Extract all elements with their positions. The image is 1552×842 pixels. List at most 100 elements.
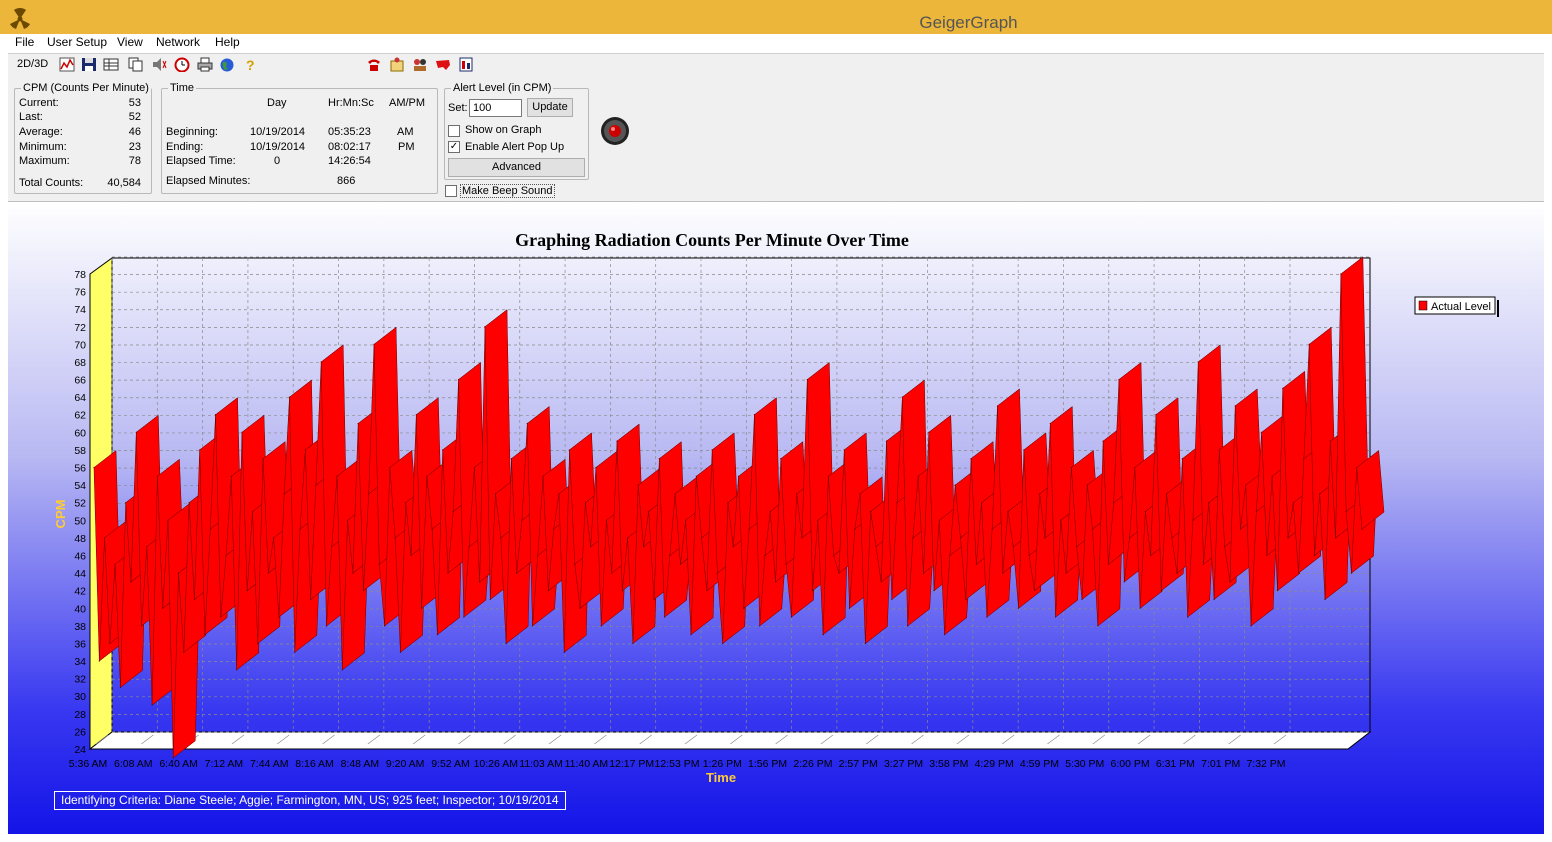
- enable-popup-checkbox[interactable]: ✓: [448, 141, 460, 153]
- data-point: [1002, 572, 1004, 574]
- data-point: [172, 757, 174, 759]
- data-point: [299, 528, 301, 530]
- alert-group-title: Alert Level (in CPM): [453, 82, 552, 94]
- data-point: [188, 502, 190, 504]
- speaker-icon[interactable]: [151, 57, 167, 72]
- y-tick-label: 38: [74, 621, 86, 633]
- data-point: [558, 493, 560, 495]
- data-point: [1081, 598, 1083, 601]
- data-point: [605, 519, 608, 521]
- cpm-last-label: Last:: [19, 111, 43, 123]
- data-point: [949, 554, 951, 557]
- data-point: [193, 598, 195, 601]
- y-tick-label: 44: [74, 568, 86, 580]
- show-on-graph-checkbox[interactable]: [448, 125, 460, 137]
- x-tick-label: 4:59 PM: [1020, 758, 1059, 770]
- identifying-criteria: Identifying Criteria: Diane Steele; Aggi…: [54, 791, 566, 810]
- us-map-icon[interactable]: [435, 57, 451, 72]
- data-point: [833, 554, 835, 557]
- data-point: [748, 528, 750, 530]
- menu-file[interactable]: File: [15, 35, 34, 49]
- data-point: [627, 537, 629, 539]
- data-point: [917, 475, 919, 477]
- data-point: [1213, 598, 1215, 601]
- print-icon[interactable]: [197, 57, 213, 72]
- data-point: [457, 378, 460, 381]
- table-icon[interactable]: [103, 57, 119, 72]
- data-point: [1229, 581, 1231, 583]
- data-point: [674, 493, 676, 495]
- y-tick-label: 78: [74, 269, 86, 281]
- x-tick-label: 2:57 PM: [839, 758, 878, 770]
- phone-icon[interactable]: [366, 57, 382, 72]
- data-point: [473, 466, 475, 469]
- contacts-icon[interactable]: [389, 57, 405, 72]
- time-col-ampm: AM/PM: [389, 97, 426, 109]
- menu-help[interactable]: Help: [215, 35, 240, 49]
- data-point: [1266, 554, 1268, 557]
- beep-sound-checkbox[interactable]: [445, 185, 457, 197]
- x-tick-label: 7:01 PM: [1201, 758, 1240, 770]
- data-point: [135, 431, 137, 433]
- data-point: [632, 642, 634, 645]
- y-tick-label: 32: [74, 674, 86, 686]
- data-point: [912, 537, 914, 539]
- legend: Actual Level: [1414, 296, 1499, 317]
- elapsed-minutes-value: 866: [337, 175, 356, 187]
- data-point: [373, 343, 375, 345]
- data-point: [1171, 537, 1173, 539]
- data-point: [214, 414, 217, 416]
- data-point: [1271, 475, 1273, 477]
- menu-view[interactable]: View: [117, 35, 143, 49]
- time-ending-day: 10/19/2014: [250, 141, 306, 153]
- help-icon[interactable]: ?: [242, 57, 258, 72]
- time-beginning-label: Beginning:: [166, 126, 218, 138]
- data-point: [1324, 598, 1326, 601]
- data-point: [1165, 493, 1168, 495]
- users-icon[interactable]: [412, 57, 428, 72]
- data-point: [225, 554, 227, 557]
- data-point: [600, 625, 602, 627]
- data-point: [944, 634, 946, 636]
- data-point: [981, 502, 983, 504]
- clock-icon[interactable]: [174, 57, 190, 72]
- alert-level-input[interactable]: 100: [469, 99, 522, 117]
- data-point: [1319, 493, 1321, 495]
- update-button[interactable]: Update: [527, 98, 573, 117]
- data-point: [1144, 510, 1146, 513]
- data-point: [1192, 519, 1194, 521]
- data-point: [1028, 554, 1030, 557]
- data-point: [415, 414, 417, 416]
- y-tick-label: 62: [74, 410, 86, 422]
- data-point: [531, 625, 534, 627]
- line-chart-icon[interactable]: [59, 57, 75, 72]
- data-point: [362, 590, 365, 592]
- data-point: [447, 572, 449, 574]
- menu-network[interactable]: Network: [156, 35, 200, 49]
- x-tick-label: 7:12 AM: [205, 758, 244, 770]
- data-point: [162, 607, 164, 609]
- data-point: [1128, 537, 1131, 539]
- x-tick-label: 12:17 PM: [609, 758, 654, 770]
- save-icon[interactable]: [81, 57, 97, 72]
- data-point: [579, 607, 581, 609]
- time-ending-ampm: PM: [398, 141, 415, 153]
- report-icon[interactable]: [458, 57, 474, 72]
- time-ending-label: Ending:: [166, 141, 204, 153]
- data-point: [542, 475, 544, 477]
- globe-icon[interactable]: [219, 57, 235, 72]
- time-beginning-ampm: AM: [397, 126, 414, 138]
- total-counts-label: Total Counts:: [19, 177, 84, 189]
- menu-user-setup[interactable]: User Setup: [47, 35, 107, 49]
- data-point: [167, 519, 169, 521]
- data-point: [204, 634, 206, 636]
- data-point: [1060, 519, 1062, 521]
- toggle-2d3d-button[interactable]: 2D/3D: [17, 58, 48, 70]
- x-tick-label: 1:56 PM: [748, 758, 787, 770]
- advanced-button[interactable]: Advanced: [448, 158, 585, 177]
- data-point: [648, 510, 650, 513]
- copy-icon[interactable]: [128, 57, 144, 72]
- data-point: [1134, 466, 1136, 469]
- data-point: [1255, 510, 1257, 513]
- data-point: [975, 563, 977, 565]
